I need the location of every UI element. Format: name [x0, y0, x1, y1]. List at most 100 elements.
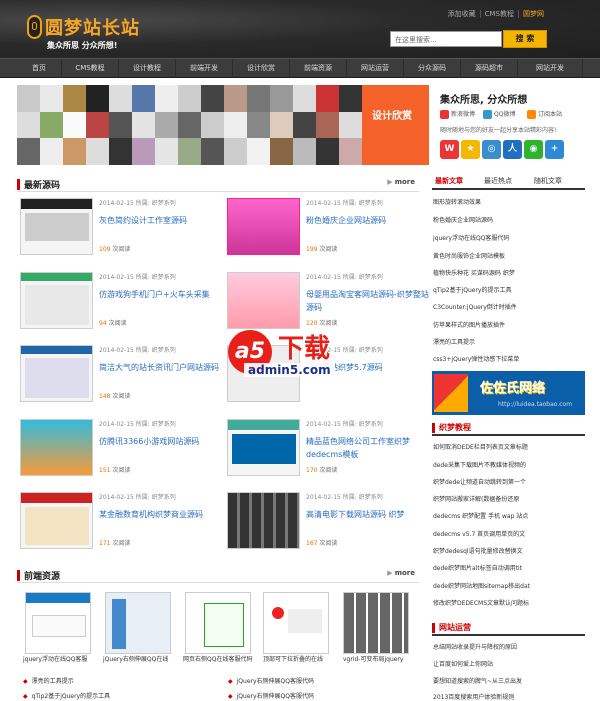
cms-tutorial-link[interactable]: CMS教程 [479, 10, 518, 18]
resource-list-item[interactable]: ◆ jQuery右侧伸展QQ客服代码 [228, 676, 314, 685]
article-link[interactable]: dedecms 织梦配置 手机 wap 站点 [433, 511, 583, 520]
article-link[interactable]: 植物快乐种花 买谋码源码 织梦 [433, 268, 583, 277]
bookmark-link[interactable]: 添加收藏 [444, 10, 480, 18]
resource-caption[interactable]: vgrid-可变布局jquery [343, 654, 419, 663]
source-thumbnail[interactable] [20, 198, 93, 255]
more-share-icon[interactable]: + [545, 140, 564, 159]
sina-weibo-link[interactable]: 新浪微博 [440, 109, 475, 119]
tab-latest[interactable]: 最新文章 [435, 176, 463, 186]
article-link[interactable]: 2013百度搜索用户体验新规则 [433, 692, 583, 701]
more-link[interactable]: ▶ more [387, 178, 415, 186]
article-link[interactable]: C3Counter:jQuery倒计时插件 [433, 302, 583, 311]
source-title[interactable]: 仿游戏狗手机门户+火车头采集 [99, 288, 224, 301]
nav-item[interactable]: 设计教程 [119, 59, 176, 78]
article-link[interactable]: 织梦网站搬家详解(数据备份还原 [433, 494, 583, 503]
nav-item[interactable]: 分众源码 [404, 59, 461, 78]
search-input[interactable]: 在这里搜索... [390, 31, 502, 47]
design-showcase-grid[interactable] [17, 85, 362, 165]
watermark-url: admin5.com [244, 363, 335, 377]
home-link[interactable]: 圆梦网 [518, 10, 548, 18]
article-link[interactable]: dede织梦网站地图sitemap移出dat [433, 581, 583, 590]
source-title[interactable]: 高清电影下载网站源码 织梦 [306, 508, 431, 521]
qq-weibo-link[interactable]: QQ微博 [483, 109, 515, 119]
design-showcase-tile[interactable]: 设计欣赏 [362, 85, 429, 165]
resource-thumbnail[interactable] [263, 592, 329, 654]
article-link[interactable]: 仿苹果样式的图片播放插件 [433, 320, 583, 329]
bullet-icon: ◆ [228, 678, 233, 685]
nav-item[interactable]: CMS教程 [62, 59, 119, 78]
source-thumbnail[interactable] [227, 198, 300, 255]
resource-list-item[interactable]: ◆ jQuery右侧伸展QQ客服代码 [228, 691, 314, 700]
article-link[interactable]: 让百度如何爱上你网站 [433, 659, 583, 668]
source-thumbnail[interactable] [20, 419, 93, 476]
nav-item[interactable]: 前端资源 [290, 59, 347, 78]
source-card[interactable]: 2014-02-15 所属: 织梦系列 简洁大气的站长资讯门户网站源码 148 … [20, 345, 220, 411]
source-card[interactable]: 2014-02-15 所属: 织梦系列 精品蓝色网络公司工作室织梦dedecms… [227, 419, 427, 485]
source-card[interactable]: 2014-02-15 所属: 织梦系列 某金融数育机构织梦商业源码 171 次阅… [20, 492, 220, 558]
resource-caption[interactable]: 网页右侧QQ在线客服代码 [183, 654, 259, 663]
nav-item[interactable]: 前端开发 [176, 59, 233, 78]
article-link[interactable]: 织梦dede让频道自动跳转到第一个 [433, 477, 583, 486]
source-title[interactable]: 某金融数育机构织梦商业源码 [99, 508, 224, 521]
article-link[interactable]: 总结网站收录提升与降权的原因 [433, 642, 583, 651]
resource-caption[interactable]: jQuery右侧伸展QQ在线 [103, 654, 179, 663]
source-thumbnail[interactable] [20, 492, 93, 549]
more-link[interactable]: ▶ more [387, 569, 415, 577]
article-link[interactable]: 如何取消DEDE栏目列表页文章标题 [433, 442, 583, 451]
source-title[interactable]: 灰色简约设计工作室源码 [99, 214, 224, 227]
resource-thumbnail[interactable] [105, 592, 171, 654]
renren-share-icon[interactable]: 人 [503, 140, 522, 159]
article-link[interactable]: jquery浮动在线QQ客服代码 [433, 233, 583, 242]
resource-thumbnail[interactable] [25, 592, 91, 654]
source-meta: 2014-02-15 所属: 织梦系列 [99, 494, 176, 501]
article-link[interactable]: css3+jQuery弹性动感下拉菜单 [433, 354, 583, 363]
nav-item[interactable]: 网站开发 [518, 59, 583, 78]
source-card[interactable]: 2014-02-15 所属: 织梦系列 粉色婚庆企业网站源码 199 次阅读 [227, 198, 427, 264]
resource-list-item[interactable]: ◆ qTip2基于jQuery的提示工具 [23, 691, 110, 700]
source-title[interactable]: 简洁大气的站长资讯门户网站源码 [99, 361, 224, 374]
wechat-share-icon[interactable]: ◉ [524, 140, 543, 159]
article-link[interactable]: dede采集下载图片不教媒体视频的 [433, 460, 583, 469]
article-link[interactable]: qTip2基于jQuery的提示工具 [433, 285, 583, 294]
source-thumbnail[interactable] [20, 272, 93, 329]
article-link[interactable]: 要想知道搜索的脾气~从三点出发 [433, 676, 583, 685]
nav-item[interactable]: 设计欣赏 [233, 59, 290, 78]
article-link[interactable]: 图形旋转滚动效果 [433, 197, 583, 206]
site-logo[interactable]: 圆梦站长站 [45, 14, 140, 40]
source-thumbnail[interactable] [227, 272, 300, 329]
resource-caption[interactable]: 顶部可下拉折叠的在线 [263, 654, 339, 663]
tab-hot[interactable]: 最近热点 [484, 176, 512, 186]
article-link[interactable]: 黄色时尚服饰企业网站模板 [433, 251, 583, 260]
search-button[interactable]: 搜 索 [503, 30, 547, 48]
source-thumbnail[interactable] [227, 492, 300, 549]
source-card[interactable]: 2014-02-15 所属: 织梦系列 高清电影下载网站源码 织梦 167 次阅… [227, 492, 427, 558]
nav-item[interactable]: 首页 [17, 59, 62, 78]
resource-list-item[interactable]: ◆ 漂亮的工具提示 [23, 676, 74, 685]
source-title[interactable]: 粉色婚庆企业网站源码 [306, 214, 431, 227]
source-title[interactable]: 精品蓝色网络公司工作室织梦dedecms模板 [306, 435, 431, 461]
source-card[interactable]: 2014-02-15 所属: 织梦系列 仿腾讯3366小游戏网站源码 151 次… [20, 419, 220, 485]
rss-link[interactable]: 订阅本站 [527, 109, 562, 119]
article-link[interactable]: 修改织梦DEDECMS文章默认问题标 [433, 598, 583, 607]
nav-item[interactable]: 网站运营 [347, 59, 404, 78]
source-title[interactable]: 母婴用品淘宝客网站源码-织梦整站源码 [306, 288, 431, 314]
tencent-weibo-share-icon[interactable]: ◎ [482, 140, 501, 159]
source-title[interactable]: 仿腾讯3366小游戏网站源码 [99, 435, 224, 448]
resource-caption[interactable]: jquery浮动在线QQ客服 [23, 654, 99, 663]
resource-thumbnail[interactable] [343, 592, 409, 654]
sidebar-ad-banner[interactable]: 佐佐氏网络 http://luidea.taobao.com [432, 371, 585, 415]
source-card[interactable]: 2014-02-15 所属: 织梦系列 灰色简约设计工作室源码 109 次阅读 [20, 198, 220, 264]
article-link[interactable]: 织梦dedesql语句批量修改替换文 [433, 546, 583, 555]
article-link[interactable]: dedecms v5.7 首页调用单页的文 [433, 529, 583, 538]
article-link[interactable]: dede织梦图片alt标签自动调用tit [433, 563, 583, 572]
weibo-share-icon[interactable]: W [440, 140, 459, 159]
article-link[interactable]: 粉色婚庆企业网站源码 [433, 215, 583, 224]
article-link[interactable]: 漂亮的工具提示 [433, 337, 583, 346]
tab-random[interactable]: 随机文章 [534, 176, 562, 186]
source-thumbnail[interactable] [227, 419, 300, 476]
resource-thumbnail[interactable] [185, 592, 251, 654]
nav-item[interactable]: 源码超市 [461, 59, 518, 78]
source-thumbnail[interactable] [20, 345, 93, 402]
qzone-share-icon[interactable]: ★ [461, 140, 480, 159]
source-card[interactable]: 2014-02-15 所属: 织梦系列 仿游戏狗手机门户+火车头采集 94 次阅… [20, 272, 220, 338]
